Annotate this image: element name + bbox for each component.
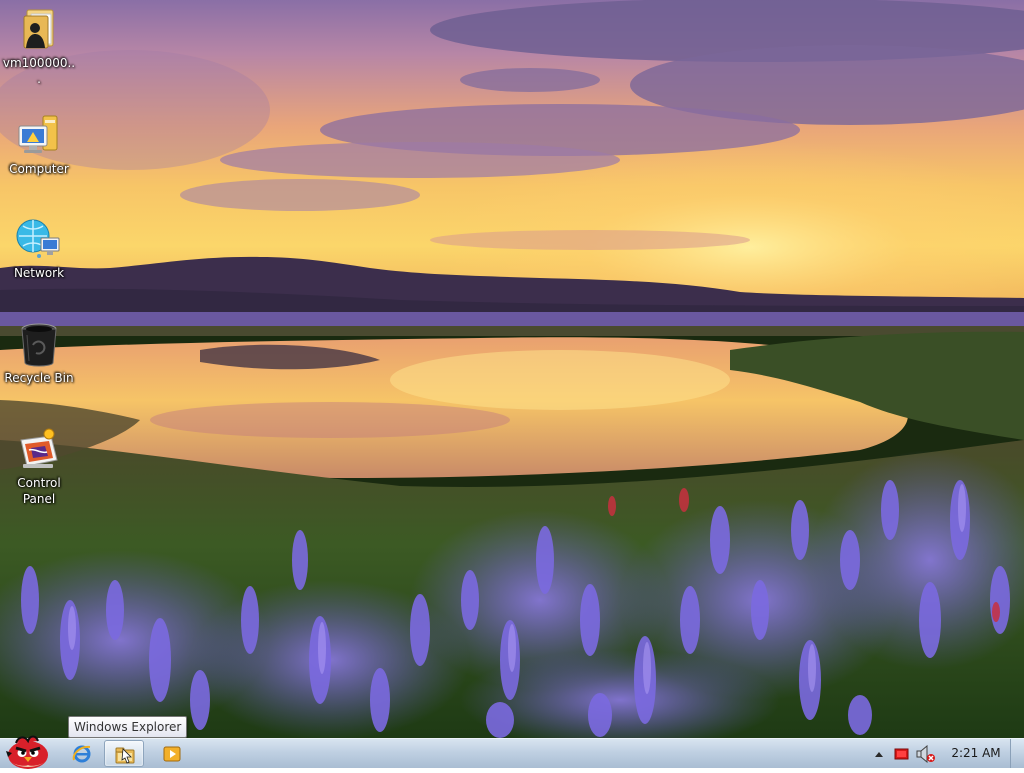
taskbar-media-player-button[interactable] bbox=[152, 740, 192, 767]
desktop-icon-network[interactable]: Network bbox=[2, 216, 76, 281]
control-panel-icon bbox=[20, 428, 58, 468]
desktop-icon-label: Computer bbox=[9, 162, 69, 176]
desktop-icon-user-folder[interactable]: vm100000... bbox=[2, 6, 76, 87]
desktop-icon-label: Network bbox=[13, 266, 65, 280]
desktop[interactable]: vm100000... Computer Network Recycle Bin… bbox=[0, 0, 1024, 738]
taskbar-tooltip: Windows Explorer bbox=[68, 716, 188, 738]
media-player-icon bbox=[163, 746, 181, 762]
taskbar-internet-explorer-button[interactable] bbox=[62, 740, 102, 767]
angry-bird-start-icon bbox=[6, 735, 48, 769]
recycle-bin-icon bbox=[21, 323, 57, 367]
windows-explorer-icon bbox=[115, 747, 135, 764]
taskbar-windows-explorer-button[interactable] bbox=[104, 740, 144, 767]
system-clock[interactable]: 2:21 AM bbox=[944, 739, 1008, 768]
desktop-icon-label: Control Panel bbox=[17, 476, 61, 506]
notification-area: 2:21 AM bbox=[854, 739, 1024, 768]
internet-explorer-icon bbox=[72, 745, 91, 763]
desktop-icon-label: vm100000... bbox=[2, 56, 76, 86]
show-desktop-button[interactable] bbox=[1010, 739, 1024, 768]
taskbar: 2:21 AM bbox=[0, 735, 1024, 769]
start-button[interactable] bbox=[2, 731, 52, 769]
user-folder-icon bbox=[23, 9, 54, 49]
computer-icon bbox=[18, 115, 58, 153]
desktop-icon-control-panel[interactable]: Control Panel bbox=[2, 426, 76, 507]
action-center-flag-icon[interactable] bbox=[894, 747, 910, 761]
desktop-icon-recycle-bin[interactable]: Recycle Bin bbox=[2, 321, 76, 386]
network-icon bbox=[16, 219, 60, 258]
desktop-icon-label: Recycle Bin bbox=[4, 371, 74, 385]
show-hidden-icons-arrow[interactable] bbox=[874, 750, 884, 758]
volume-muted-icon[interactable] bbox=[916, 745, 936, 763]
desktop-icon-computer[interactable]: Computer bbox=[2, 112, 76, 177]
wallpaper-image bbox=[0, 0, 1024, 738]
